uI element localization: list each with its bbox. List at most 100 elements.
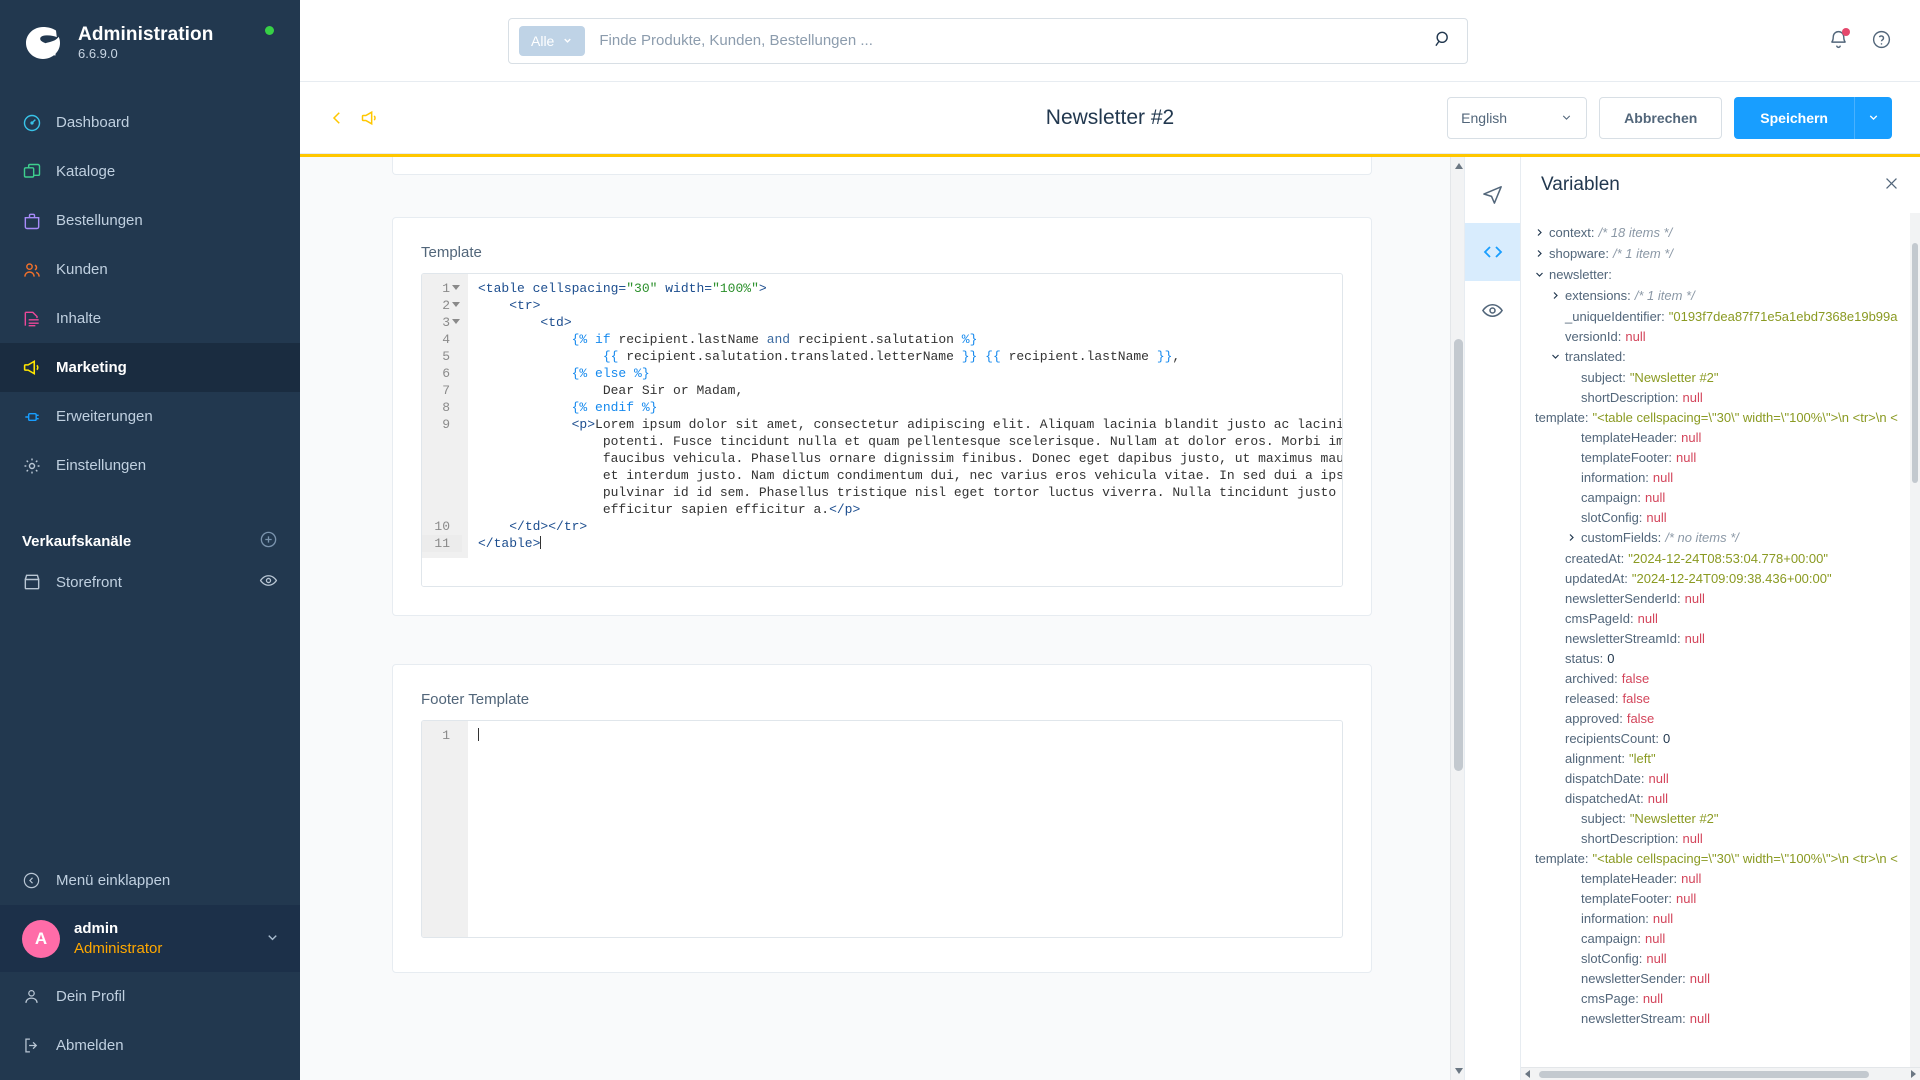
template-card: Template 1 2 3 4 5 6 7 8 9 10 11 <table … [392,217,1372,616]
chevron-down-icon[interactable] [265,930,280,948]
sidebar-item-marketing[interactable]: Marketing [0,343,300,392]
sidebar-item-label: Einstellungen [56,457,147,474]
scroll-right-arrow-icon[interactable] [1911,1070,1916,1078]
chevron-down-icon[interactable] [1535,266,1549,286]
editor-rail [1464,157,1521,1080]
variable-row: template: "<table cellspacing=\"30\" wid… [1521,849,1920,869]
line-number: 2 [422,297,462,314]
variable-value: false [1626,711,1655,726]
sidebar-title: Administration [78,23,214,45]
line-number: 1 [442,728,450,743]
variable-row: recipientsCount: 0 [1521,729,1920,749]
variables-tree[interactable]: context: /* 18 items */shopware: /* 1 it… [1521,213,1920,1080]
add-sales-channel-button[interactable] [259,530,278,553]
sidebar-item-kunden[interactable]: Kunden [0,245,300,294]
variable-row: archived: false [1521,669,1920,689]
variable-key: templateFooter: [1581,891,1673,906]
footer-code-editor[interactable]: 1 [421,720,1343,938]
variable-key: status: [1565,651,1604,666]
variable-value: null [1642,991,1664,1006]
scrollbar-thumb[interactable] [1912,243,1918,483]
variable-row: createdAt: "2024-12-24T08:53:04.778+00:0… [1521,549,1920,569]
variable-row[interactable]: shopware: /* 1 item */ [1521,244,1920,265]
variables-vertical-scrollbar[interactable] [1910,213,1920,1067]
variable-row: status: 0 [1521,649,1920,669]
variable-key: subject: [1581,811,1626,826]
chevron-right-icon[interactable] [1535,245,1549,265]
variable-row[interactable]: customFields: /* no items */ [1521,528,1920,549]
variable-value: null [1652,911,1674,926]
sidebar-item-dashboard[interactable]: Dashboard [0,98,300,147]
line-number [422,484,462,501]
chevron-right-icon[interactable] [1567,529,1581,549]
variable-value: false [1621,671,1650,686]
scroll-down-arrow-icon[interactable] [1455,1068,1463,1074]
line-number: 9 [442,417,450,432]
variable-value: "<table cellspacing=\"30\" width=\"100%\… [1592,851,1898,866]
sidebar-item-einstellungen[interactable]: Einstellungen [0,441,300,490]
variable-row: cmsPage: null [1521,989,1920,1009]
eye-icon[interactable] [259,571,278,594]
footer-code-text[interactable] [468,721,1342,937]
variable-key: createdAt: [1565,551,1625,566]
sidebar-item-kataloge[interactable]: Kataloge [0,147,300,196]
template-editor-blank-area[interactable] [422,558,1342,586]
variable-value: null [1676,450,1697,465]
sidebar-item-erweiterungen[interactable]: Erweiterungen [0,392,300,441]
variable-key: newsletter: [1549,267,1612,282]
marketing-module-icon[interactable] [360,108,380,128]
variables-horizontal-scrollbar[interactable] [1521,1067,1920,1080]
global-search[interactable]: Alle [508,17,1468,64]
scrollbar-thumb[interactable] [1539,1070,1869,1078]
fold-icon[interactable] [452,302,460,307]
chevron-down-icon[interactable] [1551,348,1565,368]
sidebar-item-logout[interactable]: Abmelden [0,1021,300,1070]
save-button[interactable]: Speichern [1734,96,1854,139]
sidebar-item-profile[interactable]: Dein Profil [0,972,300,1021]
fold-icon[interactable] [452,285,460,290]
sales-channel-header-label: Verkaufskanäle [22,532,132,550]
sidebar-item-inhalte[interactable]: Inhalte [0,294,300,343]
variable-row: templateFooter: null [1521,889,1920,909]
variable-row[interactable]: translated: [1521,347,1920,368]
chevron-right-icon[interactable] [1535,224,1549,244]
sidebar-brand[interactable]: Administration 6.6.9.0 [0,0,300,82]
cancel-button[interactable]: Abbrechen [1599,96,1723,139]
line-number: 8 [442,400,450,415]
fold-icon[interactable] [452,319,460,324]
variable-value: null [1646,510,1667,525]
variable-value: null [1637,611,1658,626]
template-code-editor[interactable]: 1 2 3 4 5 6 7 8 9 10 11 <table cellspaci… [421,273,1343,587]
scroll-left-arrow-icon[interactable] [1525,1070,1530,1078]
back-button[interactable] [328,109,346,127]
sidebar-item-storefront[interactable]: Storefront [0,558,300,606]
help-icon[interactable] [1871,29,1892,53]
template-code-text[interactable]: <table cellspacing="30" width="100%"> <t… [468,274,1342,558]
collapse-menu-button[interactable]: Menü einklappen [0,855,300,905]
save-options-button[interactable] [1854,96,1892,139]
sidebar-item-bestellungen[interactable]: Bestellungen [0,196,300,245]
language-select[interactable]: English [1447,96,1588,139]
variable-key: template: [1535,410,1589,425]
chevron-right-icon[interactable] [1551,287,1565,307]
variable-key: _uniqueIdentifier: [1565,309,1665,324]
close-icon[interactable] [1883,175,1900,196]
logout-icon [22,1036,56,1055]
scroll-up-arrow-icon[interactable] [1455,163,1463,169]
search-input[interactable] [599,32,1433,49]
search-icon[interactable] [1433,29,1453,52]
bell-icon[interactable] [1828,27,1850,53]
variable-key: approved: [1565,711,1623,726]
variable-row[interactable]: newsletter: [1521,265,1920,286]
rail-preview-button[interactable] [1465,281,1521,339]
variable-row[interactable]: extensions: /* 1 item */ [1521,286,1920,307]
variable-row: information: null [1521,468,1920,488]
scrollbar-thumb[interactable] [1454,339,1463,771]
top-bar-actions [1828,27,1892,53]
search-scope-selector[interactable]: Alle [519,25,586,56]
variable-row[interactable]: context: /* 18 items */ [1521,223,1920,244]
rail-send-test-mail-button[interactable] [1465,165,1521,223]
content-scrollbar[interactable] [1450,157,1464,1080]
rail-variables-button[interactable] [1464,223,1521,281]
user-account-button[interactable]: A admin Administrator [0,905,300,972]
